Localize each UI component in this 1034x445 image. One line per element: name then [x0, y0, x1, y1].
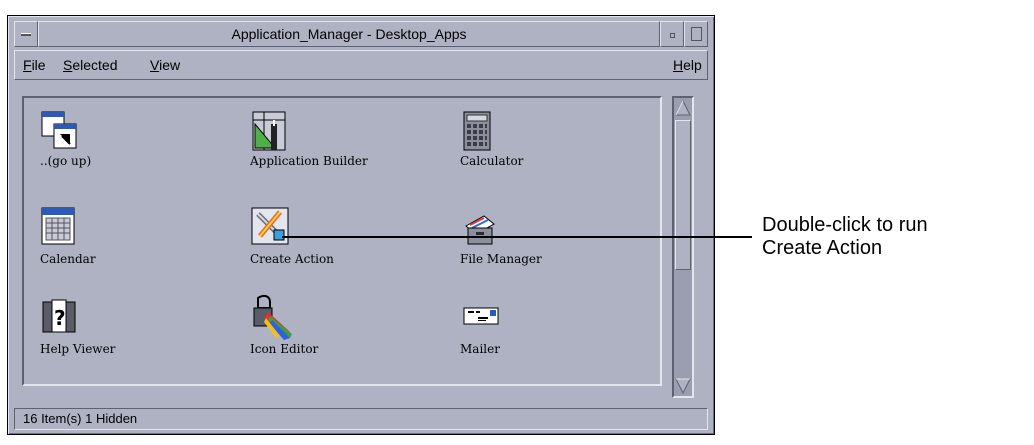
- item-label: Mailer: [460, 342, 500, 356]
- scroll-up-arrow-icon[interactable]: [675, 99, 691, 117]
- maximize-button[interactable]: [684, 21, 708, 47]
- item-application-builder[interactable]: Application Builder: [250, 110, 440, 188]
- help-viewer-icon: ?: [42, 299, 76, 333]
- item-icon-editor[interactable]: Icon Editor: [250, 294, 390, 372]
- calculator-icon: [463, 111, 491, 151]
- callout-leader-line: [282, 236, 752, 238]
- item-label: ..(go up): [40, 154, 92, 168]
- scroll-down-arrow-icon[interactable]: [675, 377, 691, 395]
- item-file-manager[interactable]: File Manager: [460, 206, 600, 284]
- vertical-scrollbar[interactable]: [672, 96, 694, 398]
- menu-file[interactable]: File: [23, 57, 46, 73]
- item-label: Icon Editor: [250, 342, 319, 356]
- icon-view-pane: ..(go up) Application Builder Calculator…: [22, 96, 662, 386]
- menu-view[interactable]: View: [150, 57, 180, 73]
- item-go-up[interactable]: ..(go up): [40, 110, 150, 188]
- menu-help[interactable]: Help: [673, 57, 702, 73]
- application-manager-window: Application_Manager - Desktop_Apps File …: [7, 15, 715, 435]
- item-calculator[interactable]: Calculator: [460, 110, 580, 188]
- callout-line-1: Double-click to run: [762, 214, 928, 236]
- maximize-icon: [691, 27, 702, 41]
- app-builder-icon: [252, 111, 286, 151]
- item-label: File Manager: [460, 252, 542, 266]
- menu-selected[interactable]: Selected: [63, 57, 118, 73]
- create-action-icon: [251, 207, 289, 245]
- item-label: Application Builder: [250, 154, 368, 168]
- menu-bar: File Selected View Help: [14, 50, 708, 80]
- calendar-icon: [41, 207, 75, 245]
- title-bar[interactable]: Application_Manager - Desktop_Apps: [14, 21, 708, 47]
- item-mailer[interactable]: Mailer: [460, 298, 570, 376]
- folder-up-icon: [41, 111, 77, 149]
- mailer-icon: [463, 307, 499, 325]
- item-create-action[interactable]: Create Action: [250, 206, 440, 284]
- window-menu-icon: [21, 33, 31, 36]
- window-menu-button[interactable]: [14, 21, 38, 47]
- item-label: Help Viewer: [40, 342, 116, 356]
- item-label: Create Action: [250, 252, 334, 266]
- file-manager-icon: [465, 215, 495, 245]
- item-calendar[interactable]: Calendar: [40, 206, 150, 284]
- status-bar: 16 Item(s) 1 Hidden: [14, 408, 708, 430]
- callout-line-2: Create Action: [762, 237, 883, 259]
- item-label: Calculator: [460, 154, 524, 168]
- item-help-viewer[interactable]: ? Help Viewer: [40, 298, 160, 376]
- window-title: Application_Manager - Desktop_Apps: [38, 21, 660, 47]
- callout-text: Double-click to run Create Action: [762, 214, 1032, 260]
- item-label: Calendar: [40, 252, 96, 266]
- icon-editor-icon: [253, 294, 292, 340]
- scroll-thumb[interactable]: [675, 120, 691, 270]
- minimize-icon: [670, 33, 675, 38]
- svg-text:?: ?: [54, 306, 66, 330]
- minimize-button[interactable]: [660, 21, 684, 47]
